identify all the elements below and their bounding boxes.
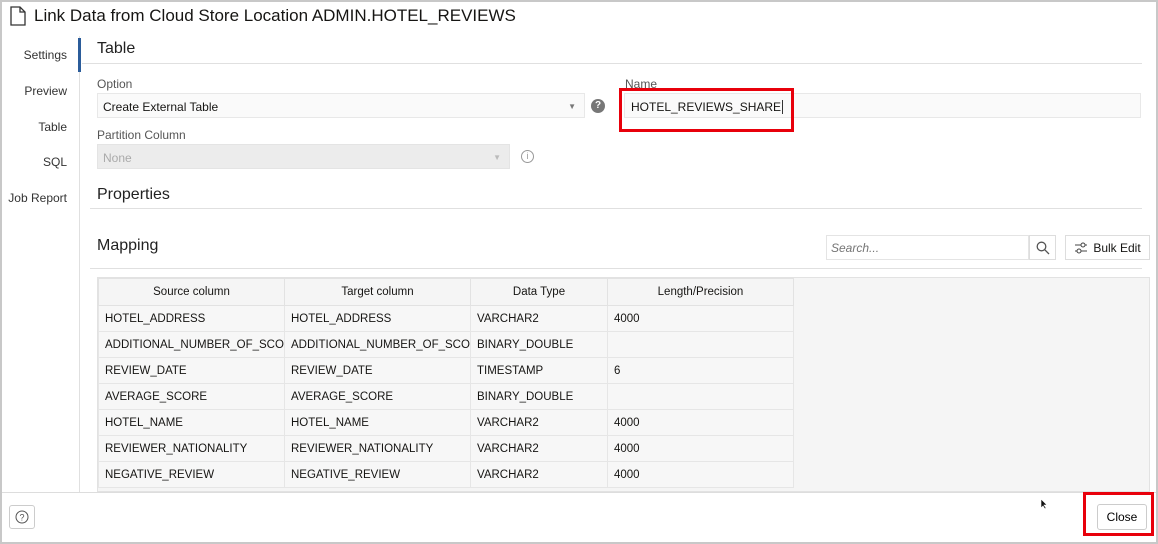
- table-row[interactable]: ADDITIONAL_NUMBER_OF_SCORINGADDITIONAL_N…: [98, 331, 794, 358]
- active-indicator: [78, 38, 81, 72]
- footer-divider: [2, 492, 1156, 493]
- sidebar-item-table[interactable]: Table: [38, 120, 67, 134]
- bulk-edit-label: Bulk Edit: [1093, 240, 1141, 255]
- mapping-grid: Source column Target column Data Type Le…: [97, 277, 1150, 492]
- target-column-cell[interactable]: REVIEWER_NATIONALITY: [284, 435, 471, 462]
- data-type-cell[interactable]: BINARY_DOUBLE: [470, 383, 608, 410]
- partition-label: Partition Column: [97, 128, 186, 142]
- source-column-cell: REVIEW_DATE: [98, 357, 285, 384]
- table-row[interactable]: NEGATIVE_REVIEW NEGATIVE_REVIEW VARCHAR2 40…: [98, 461, 794, 488]
- document-icon: [10, 6, 26, 26]
- option-value: Create External Table: [103, 100, 219, 114]
- chevron-down-icon: ▼: [568, 102, 576, 111]
- partition-value: None: [103, 151, 132, 165]
- partition-select[interactable]: None ▼: [97, 144, 510, 169]
- sidebar-item-settings[interactable]: Settings: [24, 48, 67, 62]
- data-type-cell[interactable]: VARCHAR2: [470, 305, 608, 332]
- divider: [90, 268, 1142, 269]
- length-cell[interactable]: [607, 331, 794, 358]
- target-column-cell[interactable]: ADDITIONAL_NUMBER_OF_SCORING: [284, 331, 471, 358]
- source-column-cell: ADDITIONAL_NUMBER_OF_SCORING: [98, 331, 285, 358]
- sidebar-item-preview[interactable]: Preview: [24, 84, 67, 98]
- source-column-cell: NEGATIVE_REVIEW: [98, 461, 285, 488]
- column-header[interactable]: Source column: [98, 278, 285, 306]
- target-column-cell[interactable]: HOTEL_ADDRESS: [284, 305, 471, 332]
- highlight-close: [1083, 492, 1154, 536]
- data-type-cell[interactable]: VARCHAR2: [470, 461, 608, 488]
- table-row[interactable]: HOTEL_NAME HOTEL_NAME VARCHAR2 4000: [98, 409, 794, 436]
- target-column-cell[interactable]: HOTEL_NAME: [284, 409, 471, 436]
- sidebar-item-job-report[interactable]: Job Report: [8, 191, 67, 205]
- column-header[interactable]: Data Type: [470, 278, 608, 306]
- help-button[interactable]: ?: [9, 505, 35, 529]
- length-cell[interactable]: 4000: [607, 305, 794, 332]
- target-column-cell[interactable]: NEGATIVE_REVIEW: [284, 461, 471, 488]
- data-type-cell[interactable]: VARCHAR2: [470, 435, 608, 462]
- search-icon: [1036, 241, 1049, 254]
- divider: [82, 63, 1142, 64]
- length-cell[interactable]: 6: [607, 357, 794, 384]
- mapping-table: Source column Target column Data Type Le…: [98, 278, 794, 488]
- table-row[interactable]: AVERAGE_SCORE AVERAGE_SCORE BINARY_DOUBLE: [98, 383, 794, 410]
- length-cell[interactable]: 4000: [607, 435, 794, 462]
- option-label: Option: [97, 77, 133, 91]
- table-row[interactable]: REVIEW_DATE REVIEW_DATE TIMESTAMP 6: [98, 357, 794, 384]
- source-column-cell: AVERAGE_SCORE: [98, 383, 285, 410]
- source-column-cell: HOTEL_NAME: [98, 409, 285, 436]
- chevron-down-icon: ▼: [493, 153, 501, 162]
- table-row[interactable]: REVIEWER_NATIONALITY REVIEWER_NATIONALITY…: [98, 435, 794, 462]
- highlight-name: [619, 88, 794, 132]
- column-header[interactable]: Target column: [284, 278, 471, 306]
- table-heading: Table: [97, 40, 136, 57]
- dialog-title: Link Data from Cloud Store Location ADMI…: [10, 6, 516, 26]
- column-header[interactable]: Length/Precision: [607, 278, 794, 306]
- svg-text:?: ?: [19, 513, 24, 523]
- search-button[interactable]: [1029, 235, 1056, 260]
- divider: [90, 208, 1142, 209]
- source-column-cell: REVIEWER_NATIONALITY: [98, 435, 285, 462]
- data-type-cell[interactable]: VARCHAR2: [470, 409, 608, 436]
- data-type-cell[interactable]: TIMESTAMP: [470, 357, 608, 384]
- help-icon[interactable]: ?: [591, 99, 605, 113]
- bulk-edit-button[interactable]: Bulk Edit: [1065, 235, 1150, 260]
- source-column-cell: HOTEL_ADDRESS: [98, 305, 285, 332]
- data-type-cell[interactable]: BINARY_DOUBLE: [470, 331, 608, 358]
- properties-heading: Properties: [97, 186, 170, 203]
- dialog-title-text: Link Data from Cloud Store Location ADMI…: [34, 6, 516, 25]
- target-column-cell[interactable]: AVERAGE_SCORE: [284, 383, 471, 410]
- length-cell[interactable]: 4000: [607, 409, 794, 436]
- search-input[interactable]: [826, 235, 1029, 260]
- info-icon[interactable]: i: [521, 150, 534, 163]
- sidebar: Settings Preview Table SQL Job Report: [2, 36, 81, 492]
- mouse-cursor-icon: [1040, 498, 1048, 510]
- sliders-icon: [1075, 242, 1088, 253]
- length-cell[interactable]: [607, 383, 794, 410]
- option-select[interactable]: Create External Table ▼: [97, 93, 585, 118]
- sidebar-item-sql[interactable]: SQL: [43, 155, 67, 169]
- mapping-heading: Mapping: [97, 237, 159, 254]
- table-row[interactable]: HOTEL_ADDRESS HOTEL_ADDRESS VARCHAR2 4000: [98, 305, 794, 332]
- question-circle-icon: ?: [15, 510, 29, 524]
- target-column-cell[interactable]: REVIEW_DATE: [284, 357, 471, 384]
- length-cell[interactable]: 4000: [607, 461, 794, 488]
